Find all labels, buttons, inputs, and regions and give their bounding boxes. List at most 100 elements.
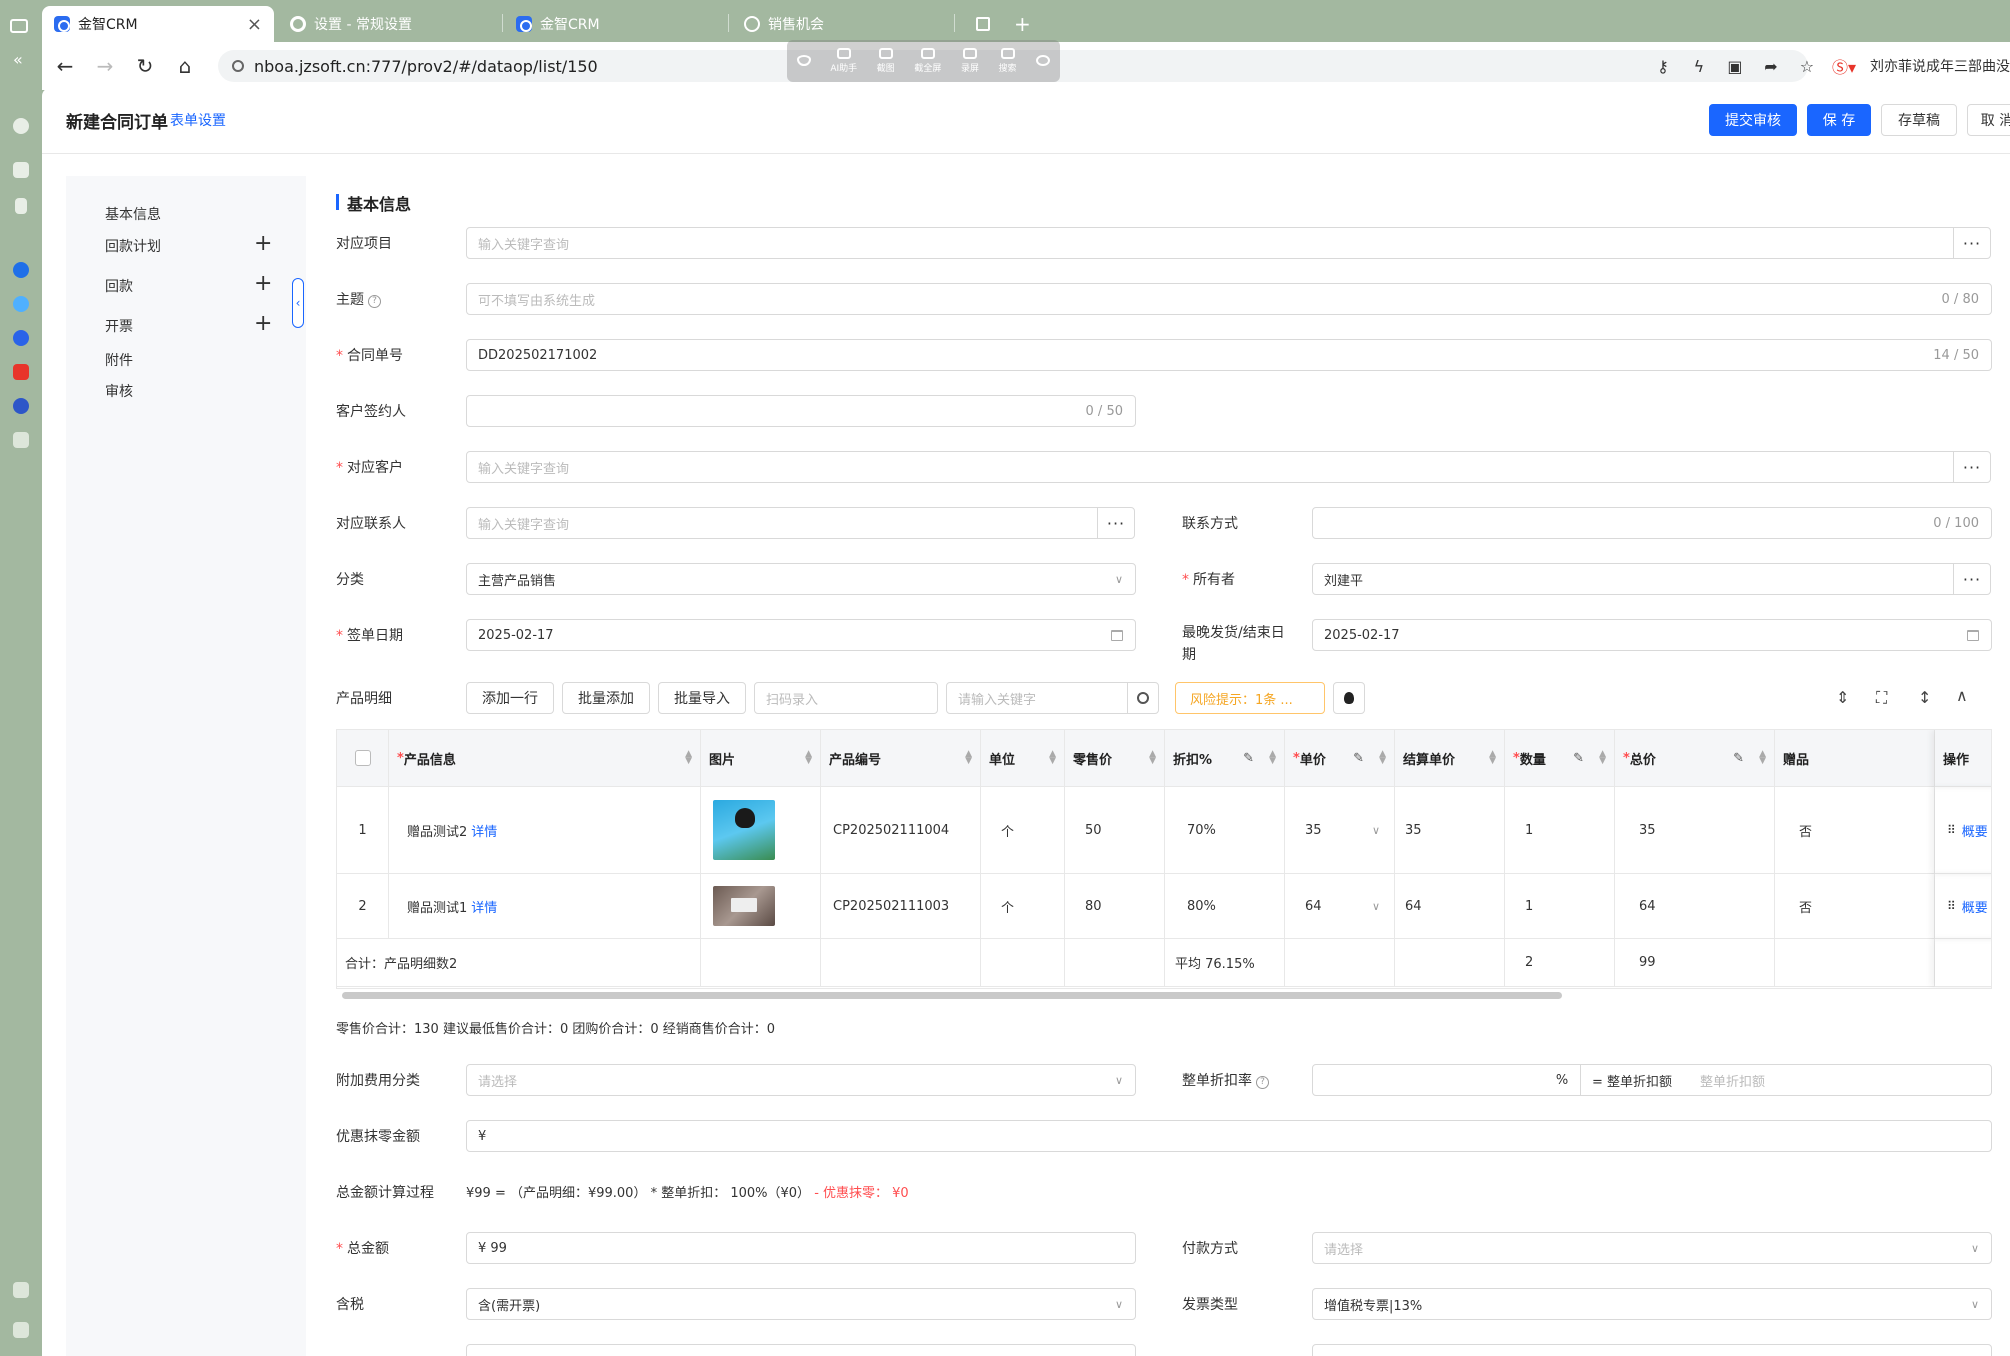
paw-icon[interactable] — [13, 330, 29, 346]
help-icon[interactable]: ? — [368, 295, 381, 308]
chevron-down-icon[interactable]: ∨ — [1372, 824, 1380, 837]
owner-more-button[interactable]: ··· — [1953, 563, 1991, 595]
edit-icon[interactable]: ✎ — [1243, 751, 1254, 766]
plus-icon[interactable]: + — [254, 313, 272, 335]
sort-icon[interactable]: ▲ ▼ — [1049, 750, 1056, 766]
header-price[interactable]: * 单价 ✎ ▲ ▼ — [1285, 730, 1395, 787]
horizontal-scrollbar[interactable] — [342, 992, 1562, 999]
payment-select[interactable]: 请选择 ∨ — [1312, 1232, 1992, 1264]
extension-icon[interactable]: ▣ — [1724, 55, 1746, 77]
tax-select[interactable]: 含(需开票) ∨ — [466, 1288, 1136, 1320]
tab-actions-button[interactable] — [4, 8, 34, 44]
product-thumbnail[interactable] — [713, 886, 775, 926]
new-tab-button[interactable]: + — [1002, 6, 1043, 42]
risk-alert[interactable]: 风险提示：1条 ... — [1175, 682, 1325, 714]
fullscreen-shot-button[interactable]: 截全屏 — [914, 48, 941, 74]
sort-icon[interactable]: ▲ ▼ — [1759, 750, 1766, 766]
header-qty[interactable]: * 数量 ✎ ▲ ▼ — [1505, 730, 1615, 787]
contact-input[interactable]: 输入关键字查询 — [466, 507, 1098, 539]
subject-input[interactable]: 可不填写由系统生成 0 / 80 — [466, 283, 1992, 315]
price-cell[interactable]: 64 ∨ — [1285, 874, 1395, 939]
header-code[interactable]: 产品编号 ▲ ▼ — [821, 730, 981, 787]
reload-icon[interactable]: ↻ — [128, 49, 162, 83]
header-discount[interactable]: 折扣% ✎ ▲ ▼ — [1165, 730, 1285, 787]
drag-handle-icon[interactable]: ⠿ — [1947, 899, 1956, 913]
star-icon[interactable] — [13, 118, 29, 134]
sort-icon[interactable]: ▲ ▼ — [1489, 750, 1496, 766]
clock-icon[interactable] — [13, 398, 29, 414]
ai-assistant-button[interactable]: AI助手 — [830, 48, 857, 74]
contract-no-input[interactable]: DD202502171002 14 / 50 — [466, 339, 1992, 371]
plus-icon[interactable]: + — [254, 273, 272, 295]
chevrons-left-icon[interactable]: « — [13, 50, 23, 69]
batch-add-button[interactable]: 批量添加 — [562, 682, 650, 714]
record-button[interactable]: 录屏 — [961, 48, 979, 74]
sort-icon[interactable]: ▲ ▼ — [1269, 750, 1276, 766]
header-retail[interactable]: 零售价 ▲ ▼ — [1065, 730, 1165, 787]
header-image[interactable]: 图片 ▲ ▼ — [701, 730, 821, 787]
screenshot-button[interactable]: 截图 — [877, 48, 895, 74]
sort-icon[interactable]: ▲ ▼ — [1149, 750, 1156, 766]
shield-button[interactable] — [796, 54, 811, 68]
product-search-input[interactable]: 请输入关键字 — [946, 682, 1128, 714]
tab-settings[interactable]: 设置 - 常规设置 — [278, 6, 498, 42]
edit-icon[interactable]: ✎ — [1353, 751, 1364, 766]
sign-date-input[interactable]: 2025-02-17 — [466, 619, 1136, 651]
nav-item-basic-info[interactable]: 基本信息 — [105, 204, 161, 224]
add-row-button[interactable]: 添加一行 — [466, 682, 554, 714]
project-more-button[interactable]: ··· — [1953, 227, 1991, 259]
drag-handle-icon[interactable]: ⠿ — [1947, 823, 1956, 837]
chevron-down-icon[interactable]: ∨ — [1372, 900, 1380, 913]
header-product[interactable]: * 产品信息 ▲ ▼ — [389, 730, 701, 787]
expand-vertical-icon[interactable]: ↕ — [1918, 688, 1931, 707]
select-all-checkbox[interactable] — [354, 750, 371, 766]
partial-select[interactable] — [466, 1344, 1136, 1356]
sort-icon[interactable]: ▲ ▼ — [1379, 750, 1386, 766]
save-button[interactable]: 保 存 — [1807, 104, 1871, 136]
header-total[interactable]: * 总价 ✎ ▲ ▼ — [1615, 730, 1775, 787]
chevron-up-icon[interactable]: ∧ — [1956, 686, 1968, 705]
close-icon[interactable]: × — [247, 14, 262, 35]
discount-cell[interactable]: 70% — [1165, 787, 1285, 874]
qty-cell[interactable]: 1 — [1505, 787, 1615, 874]
nav-item-attachment[interactable]: 附件 — [105, 350, 133, 370]
cancel-button[interactable]: 取 消 — [1967, 104, 2010, 136]
discount-amount-input[interactable]: = 整单折扣额 整单折扣额 — [1580, 1064, 1992, 1096]
customer-more-button[interactable]: ··· — [1953, 451, 1991, 483]
product-thumbnail[interactable] — [713, 800, 775, 860]
fullscreen-icon[interactable]: ⛶ — [1876, 688, 1887, 708]
customer-input[interactable]: 输入关键字查询 — [466, 451, 1954, 483]
key-icon[interactable]: ⚷ — [1652, 55, 1674, 77]
sort-icon[interactable]: ▲ ▼ — [965, 750, 972, 766]
tab-crm-active[interactable]: 金智CRM × — [42, 6, 274, 42]
summary-link[interactable]: 概要 — [1962, 897, 1988, 916]
phone-icon[interactable] — [15, 198, 27, 214]
total-input[interactable]: ¥ 99 — [466, 1232, 1136, 1264]
contact-method-input[interactable]: 0 / 100 — [1312, 507, 1992, 539]
edit-icon[interactable]: ✎ — [1573, 751, 1584, 766]
owner-input[interactable]: 刘建平 — [1312, 563, 1954, 595]
extra-fee-select[interactable]: 请选择 ∨ — [466, 1064, 1136, 1096]
search-app-icon[interactable] — [13, 262, 29, 278]
tab-extra-button[interactable] — [966, 6, 1000, 42]
image-search-button[interactable]: 搜索 — [999, 48, 1017, 74]
latest-date-input[interactable]: 2025-02-17 — [1312, 619, 1992, 651]
total-cell[interactable]: 64 — [1615, 874, 1775, 939]
nav-item-payment[interactable]: 回款 — [105, 276, 133, 296]
project-input[interactable]: 输入关键字查询 — [466, 227, 1954, 259]
nav-item-payment-plan[interactable]: 回款计划 — [105, 236, 161, 256]
tab-crm[interactable]: 金智CRM — [504, 6, 724, 42]
batch-import-button[interactable]: 批量导入 — [658, 682, 746, 714]
tab-sales-opportunity[interactable]: 销售机会 — [732, 6, 952, 42]
help-icon[interactable]: ? — [1256, 1076, 1269, 1089]
sort-icon[interactable]: ▲ ▼ — [805, 750, 812, 766]
forward-arrow-icon[interactable]: → — [88, 49, 122, 83]
news-ticker[interactable]: 刘亦菲说成年三部曲没 — [1870, 56, 2010, 76]
qty-cell[interactable]: 1 — [1505, 874, 1615, 939]
share-icon[interactable]: ➦ — [1760, 55, 1782, 77]
detail-link[interactable]: 详情 — [471, 821, 497, 840]
panel-icon[interactable] — [13, 1282, 29, 1298]
collapse-nav-button[interactable]: ‹ — [292, 278, 304, 328]
save-draft-button[interactable]: 存草稿 — [1881, 104, 1957, 136]
bulb-button[interactable] — [1333, 682, 1365, 714]
